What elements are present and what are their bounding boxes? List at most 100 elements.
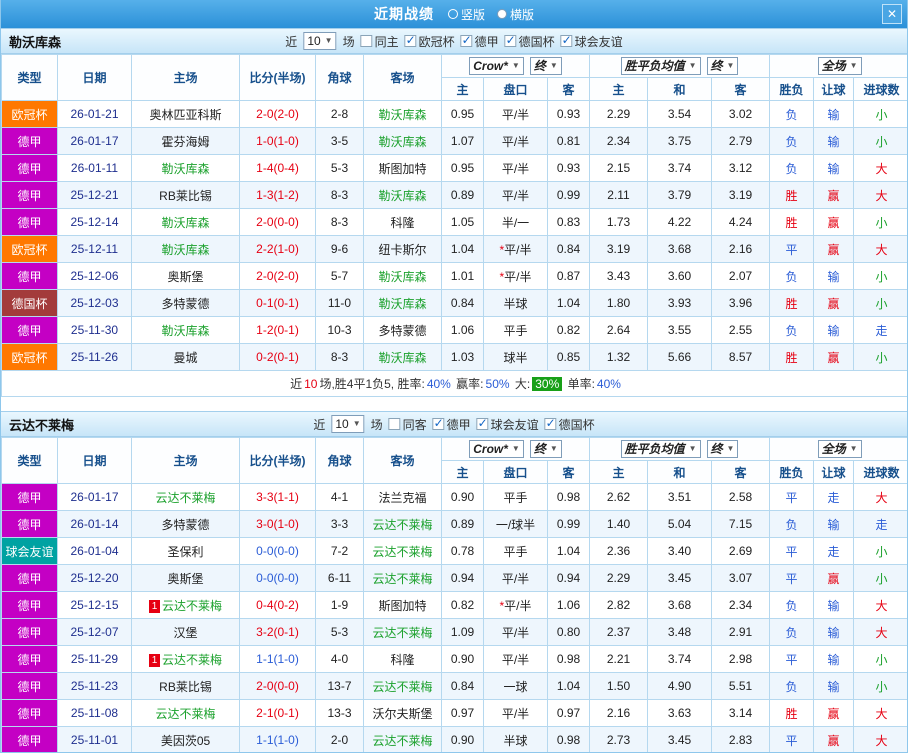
home-team[interactable]: 勒沃库森 [131, 154, 240, 182]
home-team[interactable]: 云达不莱梅 [131, 699, 240, 727]
away-team[interactable]: 云达不莱梅 [363, 537, 442, 565]
result-handicap: 走 [813, 537, 855, 565]
chevron-down-icon: ▼ [688, 61, 697, 70]
corners: 3-3 [315, 510, 364, 538]
scope-select[interactable]: 全场 ▼ [817, 440, 862, 458]
europe-home-odds: 1.40 [589, 510, 648, 538]
result-goals: 大 [853, 483, 907, 511]
europe-draw-odds: 3.75 [647, 127, 712, 155]
home-team[interactable]: 云达不莱梅 [131, 483, 240, 511]
asian-handicap: *平/半 [483, 235, 548, 263]
corners: 11-0 [315, 289, 364, 317]
europe-time-select[interactable]: 终 ▼ [706, 57, 739, 75]
home-team[interactable]: 美因茨05 [131, 726, 240, 752]
odds-time-select[interactable]: 终 ▼ [529, 57, 562, 75]
home-team[interactable]: 霍芬海姆 [131, 127, 240, 155]
odds-time-select[interactable]: 终 ▼ [529, 440, 562, 458]
away-team[interactable]: 多特蒙德 [363, 316, 442, 344]
filter-checkbox[interactable]: 德甲 [432, 416, 471, 433]
corners: 6-11 [315, 564, 364, 592]
filter-checkbox[interactable]: 德国杯 [544, 416, 595, 433]
radio-horizontal-layout[interactable]: 横版 [497, 6, 534, 23]
score: 1-4(0-4) [239, 154, 316, 182]
away-team[interactable]: 云达不莱梅 [363, 510, 442, 538]
away-team[interactable]: 云达不莱梅 [363, 726, 442, 752]
scope-select[interactable]: 全场 ▼ [817, 57, 862, 75]
away-team[interactable]: 勒沃库森 [363, 100, 442, 128]
match-row: 德甲 25-11-29 1 云达不莱梅 1-1(1-0) 4-0 科隆 0.90 平/半 0.98… [1, 645, 907, 673]
home-team[interactable]: 勒沃库森 [131, 235, 240, 263]
asian-away-odds: 0.82 [547, 316, 590, 344]
away-team[interactable]: 勒沃库森 [363, 127, 442, 155]
away-team[interactable]: 勒沃库森 [363, 262, 442, 290]
result-winlose: 平 [769, 483, 815, 511]
filter-checkbox[interactable]: 同主 [360, 33, 399, 50]
home-team[interactable]: 汉堡 [131, 618, 240, 646]
chevron-down-icon: ▼ [849, 444, 858, 453]
filter-checkbox[interactable]: 球会友谊 [560, 33, 623, 50]
away-team[interactable]: 纽卡斯尔 [363, 235, 442, 263]
score: 3-3(1-1) [239, 483, 316, 511]
home-team[interactable]: 1 云达不莱梅 [131, 645, 240, 673]
europe-time-select[interactable]: 终 ▼ [706, 440, 739, 458]
summary-segment: 30% [532, 377, 563, 391]
away-team[interactable]: 云达不莱梅 [363, 564, 442, 592]
score: 0-0(0-0) [239, 564, 316, 592]
away-team[interactable]: 沃尔夫斯堡 [363, 699, 442, 727]
europe-home-odds: 3.19 [589, 235, 648, 263]
europe-away-odds: 2.55 [710, 316, 771, 344]
match-row: 德甲 26-01-14 多特蒙德 3-0(1-0) 3-3 云达不莱梅 0.89 一/球半 0.… [1, 510, 907, 538]
filter-checkbox[interactable]: 同客 [388, 416, 427, 433]
home-team[interactable]: 勒沃库森 [131, 208, 240, 236]
away-team[interactable]: 云达不莱梅 [363, 618, 442, 646]
filter-checkbox[interactable]: 欧冠杯 [404, 33, 455, 50]
result-winlose: 平 [769, 537, 815, 565]
away-team[interactable]: 科隆 [363, 645, 442, 673]
home-team[interactable]: 奥斯堡 [131, 262, 240, 290]
europe-draw-odds: 3.51 [647, 483, 712, 511]
europe-home-odds: 2.36 [589, 537, 648, 565]
home-team[interactable]: 圣保利 [131, 537, 240, 565]
radio-vertical-layout[interactable]: 竖版 [447, 6, 485, 23]
recent-count-select[interactable]: 10 ▼ [331, 415, 365, 433]
home-team[interactable]: 多特蒙德 [131, 510, 240, 538]
result-winlose: 负 [769, 510, 815, 538]
home-team[interactable]: 1 云达不莱梅 [131, 591, 240, 619]
asian-home-odds: 0.95 [441, 154, 484, 182]
odds-company-select[interactable]: Crow* ▼ [469, 57, 524, 75]
away-team[interactable]: 勒沃库森 [363, 181, 442, 209]
score: 2-0(0-0) [239, 208, 316, 236]
home-team[interactable]: 多特蒙德 [131, 289, 240, 317]
home-team[interactable]: RB莱比锡 [131, 672, 240, 700]
score: 2-0(2-0) [239, 262, 316, 290]
asian-away-odds: 0.94 [547, 564, 590, 592]
home-team[interactable]: 奥林匹亚科斯 [131, 100, 240, 128]
home-team[interactable]: 曼城 [131, 343, 240, 371]
odds-company-select[interactable]: Crow* ▼ [469, 440, 524, 458]
filter-checkbox[interactable]: 德国杯 [504, 33, 555, 50]
away-team[interactable]: 法兰克福 [363, 483, 442, 511]
filter-checkbox[interactable]: 德甲 [460, 33, 499, 50]
europe-home-odds: 2.73 [589, 726, 648, 752]
result-winlose: 胜 [769, 289, 815, 317]
recent-count-select[interactable]: 10 ▼ [303, 32, 337, 50]
europe-avg-select[interactable]: 胜平负均值 ▼ [620, 440, 701, 458]
summary-row: 近 10 场,胜4平1负5, 胜率: 40% 赢率: 50% 大: 30% 单率: 40% [1, 370, 907, 397]
europe-avg-select[interactable]: 胜平负均值 ▼ [620, 57, 701, 75]
result-handicap: 赢 [813, 343, 855, 371]
away-team[interactable]: 勒沃库森 [363, 289, 442, 317]
europe-draw-odds: 3.93 [647, 289, 712, 317]
away-team[interactable]: 斯图加特 [363, 591, 442, 619]
league-badge: 德甲 [1, 483, 58, 511]
filter-checkbox[interactable]: 球会友谊 [476, 416, 539, 433]
away-team[interactable]: 云达不莱梅 [363, 672, 442, 700]
home-team[interactable]: 勒沃库森 [131, 316, 240, 344]
away-team[interactable]: 斯图加特 [363, 154, 442, 182]
match-row: 德甲 25-12-14 勒沃库森 2-0(0-0) 8-3 科隆 1.05 半/一 0.83 1.… [1, 208, 907, 236]
home-team[interactable]: RB莱比锡 [131, 181, 240, 209]
away-team[interactable]: 科隆 [363, 208, 442, 236]
asian-away-odds: 0.93 [547, 154, 590, 182]
away-team[interactable]: 勒沃库森 [363, 343, 442, 371]
home-team[interactable]: 奥斯堡 [131, 564, 240, 592]
close-icon[interactable]: ✕ [882, 4, 902, 24]
